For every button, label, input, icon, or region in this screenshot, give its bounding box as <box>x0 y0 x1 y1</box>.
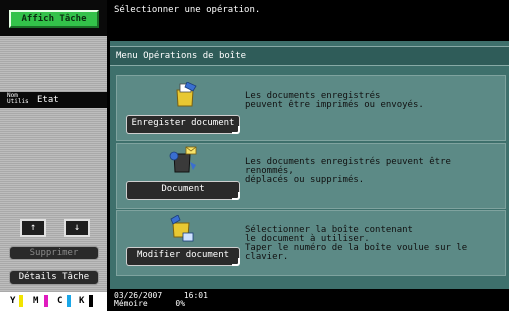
status-bar: 03/26/2007 16:01 Mémoire 0% <box>110 289 509 311</box>
details-tache-button[interactable]: Détails Tâche <box>9 270 99 285</box>
card-enregister-text: Les documents enregistrés peuvent être i… <box>245 92 505 110</box>
memory-value: 0% <box>175 299 186 308</box>
card-document-line2: déplacés ou supprimés. <box>245 175 365 185</box>
ink-y-bar <box>19 295 23 307</box>
menu-title: Menu Opérations de boîte <box>110 46 509 66</box>
arrow-down-icon: ↓ <box>73 222 81 233</box>
document-button[interactable]: Document <box>126 181 240 200</box>
card-document-line1: Les documents enregistrés peuvent être r… <box>245 157 451 176</box>
scroll-down-button[interactable]: ↓ <box>64 219 90 237</box>
ink-m-bar <box>44 295 48 307</box>
col-nom-utilis: Nom Utilis <box>7 93 29 105</box>
ink-m-label: M <box>33 296 39 306</box>
document-manage-icon <box>168 146 198 174</box>
ink-c-bar <box>67 295 71 307</box>
ink-y-label: Y <box>10 296 16 306</box>
affich-tache-button[interactable]: Affich Tâche <box>9 10 99 28</box>
document-edit-icon <box>170 214 196 243</box>
document-folder-icon <box>175 81 197 108</box>
status-time: 16:01 <box>183 291 208 300</box>
card-modifier-text: Sélectionner la boîte contenant le docum… <box>245 226 505 262</box>
toner-levels: Y M C K <box>0 292 107 311</box>
col-utilis-label: Utilis <box>7 98 29 105</box>
card-modifier-line3: Taper le numéro de la boîte voulue sur l… <box>245 243 468 262</box>
supprimer-button[interactable]: Supprimer <box>9 246 99 260</box>
ink-k-bar <box>89 295 93 307</box>
memory-label: Mémoire <box>114 299 148 308</box>
enregister-document-button[interactable]: Enregister document <box>126 115 240 134</box>
ink-c-label: C <box>57 296 63 306</box>
left-panel: Affich Tâche Nom Utilis Etat ↑ ↓ Supprim… <box>0 0 107 311</box>
scroll-up-button[interactable]: ↑ <box>20 219 46 237</box>
card-document-text: Les documents enregistrés peuvent être r… <box>245 158 505 185</box>
card-enregister-line2: peuvent être imprimés ou envoyés. <box>245 100 424 110</box>
operation-message: Sélectionner une opération. <box>110 0 509 40</box>
col-etat-label: Etat <box>37 95 59 105</box>
arrow-up-icon: ↑ <box>29 222 37 233</box>
modifier-document-button[interactable]: Modifier document <box>126 247 240 266</box>
ink-k-label: K <box>79 296 85 306</box>
